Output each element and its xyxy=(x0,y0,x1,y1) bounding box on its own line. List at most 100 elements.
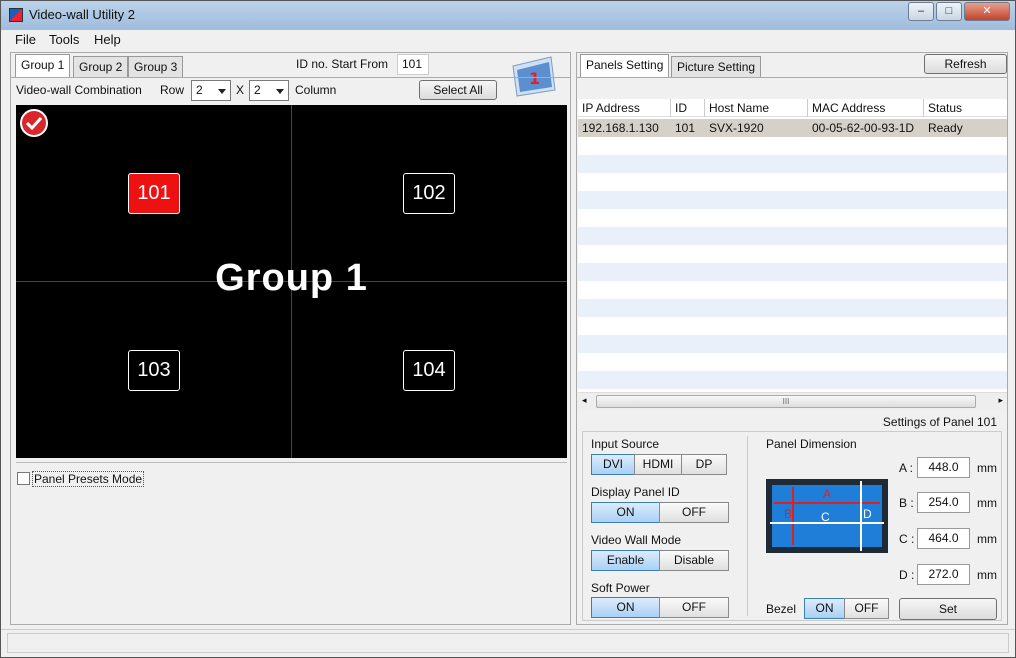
close-button[interactable]: ✕ xyxy=(964,2,1010,21)
app-window: Video-wall Utility 2 – □ ✕ File Tools He… xyxy=(0,0,1016,658)
display-id-off-button[interactable]: OFF xyxy=(659,502,729,523)
dim-a-label: A : xyxy=(899,461,914,475)
scroll-left-icon[interactable]: ◂ xyxy=(582,395,587,406)
column-select-value: 2 xyxy=(254,83,261,97)
bezel-on-button[interactable]: ON xyxy=(804,598,845,619)
dim-c-unit: mm xyxy=(977,532,997,546)
table-hscrollbar[interactable]: ◂ III ▸ xyxy=(578,392,1007,409)
tab-group-1[interactable]: Group 1 xyxy=(15,54,71,77)
videowall-canvas[interactable]: Group 1 101 102 103 104 xyxy=(16,105,567,458)
input-source-label: Input Source xyxy=(591,437,660,451)
status-bar xyxy=(1,629,1015,657)
dim-c-input[interactable]: 464.0 xyxy=(917,528,970,549)
refresh-button[interactable]: Refresh xyxy=(924,54,1007,74)
set-button[interactable]: Set xyxy=(899,598,997,620)
maximize-button[interactable]: □ xyxy=(936,2,962,21)
menu-bar: File Tools Help xyxy=(1,30,1015,50)
scroll-right-icon[interactable]: ▸ xyxy=(998,395,1003,406)
empty-row xyxy=(578,371,1007,389)
diagram-letter-b: B xyxy=(784,507,793,521)
panel-dimension-label: Panel Dimension xyxy=(766,437,857,451)
column-select[interactable]: 2 xyxy=(249,80,289,101)
empty-row xyxy=(578,335,1007,353)
settings-title: Settings of Panel 101 xyxy=(882,415,997,429)
videowall-panel: Group 1 Group 2 Group 3 ID no. Start Fro… xyxy=(10,52,571,625)
col-mac[interactable]: MAC Address xyxy=(812,101,885,115)
row-label: Row xyxy=(160,83,185,97)
vw-mode-enable-button[interactable]: Enable xyxy=(591,550,660,571)
input-dp-button[interactable]: DP xyxy=(681,454,727,475)
empty-row xyxy=(578,155,1007,173)
tab-picture-setting[interactable]: Picture Setting xyxy=(671,56,762,77)
panel-tile-102[interactable]: 102 xyxy=(403,173,455,214)
window-title: Video-wall Utility 2 xyxy=(29,7,135,22)
chevron-down-icon xyxy=(218,89,226,94)
dim-b-input[interactable]: 254.0 xyxy=(917,492,970,513)
panels-setting-panel: Panels Setting Picture Setting Refresh I… xyxy=(576,52,1008,625)
empty-row xyxy=(578,191,1007,209)
col-host[interactable]: Host Name xyxy=(709,101,769,115)
vw-mode-label: Video Wall Mode xyxy=(591,533,682,547)
menu-file[interactable]: File xyxy=(15,32,36,47)
title-bar: Video-wall Utility 2 – □ ✕ xyxy=(1,1,1015,30)
empty-row xyxy=(578,227,1007,245)
tab-group-3[interactable]: Group 3 xyxy=(128,56,184,77)
table-header: IP Address ID Host Name MAC Address Stat… xyxy=(578,99,1007,117)
panels-table: IP Address ID Host Name MAC Address Stat… xyxy=(578,99,1007,394)
col-id[interactable]: ID xyxy=(675,101,687,115)
dim-a-unit: mm xyxy=(977,461,997,475)
presets-mode-label[interactable]: Panel Presets Mode xyxy=(32,471,145,487)
dim-d-input[interactable]: 272.0 xyxy=(917,564,970,585)
dim-a-input[interactable]: 448.0 xyxy=(917,457,970,478)
diagram-letter-d: D xyxy=(863,507,872,521)
x-label: X xyxy=(236,83,245,97)
col-ip[interactable]: IP Address xyxy=(582,101,640,115)
panel-tile-103[interactable]: 103 xyxy=(128,350,180,391)
menu-tools[interactable]: Tools xyxy=(49,32,79,47)
tab-panels-setting[interactable]: Panels Setting xyxy=(580,54,670,77)
table-row[interactable]: 192.168.1.130 101 SVX-1920 00-05-62-00-9… xyxy=(578,119,1007,137)
panel-tile-101[interactable]: 101 xyxy=(128,173,180,214)
row-select[interactable]: 2 xyxy=(191,80,231,101)
diagram-letter-a: A xyxy=(823,487,832,501)
cell-ip: 192.168.1.130 xyxy=(582,121,659,135)
cell-mac: 00-05-62-00-93-1D xyxy=(812,121,915,135)
group-title: Group 1 xyxy=(215,257,368,299)
diagram-letter-c: C xyxy=(821,510,830,524)
select-all-button[interactable]: Select All xyxy=(419,80,497,100)
cell-host: SVX-1920 xyxy=(709,121,764,135)
input-dvi-button[interactable]: DVI xyxy=(591,454,635,475)
presets-mode-checkbox[interactable] xyxy=(17,472,30,485)
panel-tile-104[interactable]: 104 xyxy=(403,350,455,391)
check-icon xyxy=(20,109,48,137)
dim-d-unit: mm xyxy=(977,568,997,582)
dim-b-label: B : xyxy=(899,496,914,510)
bezel-label: Bezel xyxy=(766,602,797,616)
cell-status: Ready xyxy=(928,121,963,135)
dim-c-label: C : xyxy=(899,532,915,546)
minimize-button[interactable]: – xyxy=(908,2,934,21)
panel-dimension-diagram: A B C D xyxy=(766,479,888,553)
empty-row xyxy=(578,299,1007,317)
row-select-value: 2 xyxy=(196,83,203,97)
soft-power-on-button[interactable]: ON xyxy=(591,597,660,618)
panel-settings-box: Input Source DVI HDMI DP Display Panel I… xyxy=(582,431,1002,621)
status-field xyxy=(7,633,1009,653)
app-icon xyxy=(9,8,23,22)
input-hdmi-button[interactable]: HDMI xyxy=(634,454,682,475)
display-id-on-button[interactable]: ON xyxy=(591,502,660,523)
bezel-off-button[interactable]: OFF xyxy=(844,598,889,619)
scroll-thumb[interactable]: III xyxy=(596,395,976,408)
column-label: Column xyxy=(295,83,337,97)
empty-row xyxy=(578,263,1007,281)
id-start-label: ID no. Start From xyxy=(296,57,389,71)
vw-mode-disable-button[interactable]: Disable xyxy=(659,550,729,571)
dim-b-unit: mm xyxy=(977,496,997,510)
menu-help[interactable]: Help xyxy=(94,32,121,47)
tab-group-2[interactable]: Group 2 xyxy=(73,56,129,77)
videowall-logo-icon: 1 xyxy=(512,56,556,97)
col-status[interactable]: Status xyxy=(928,101,962,115)
display-id-label: Display Panel ID xyxy=(591,485,680,499)
soft-power-off-button[interactable]: OFF xyxy=(659,597,729,618)
id-start-input[interactable]: 101 xyxy=(397,54,429,75)
